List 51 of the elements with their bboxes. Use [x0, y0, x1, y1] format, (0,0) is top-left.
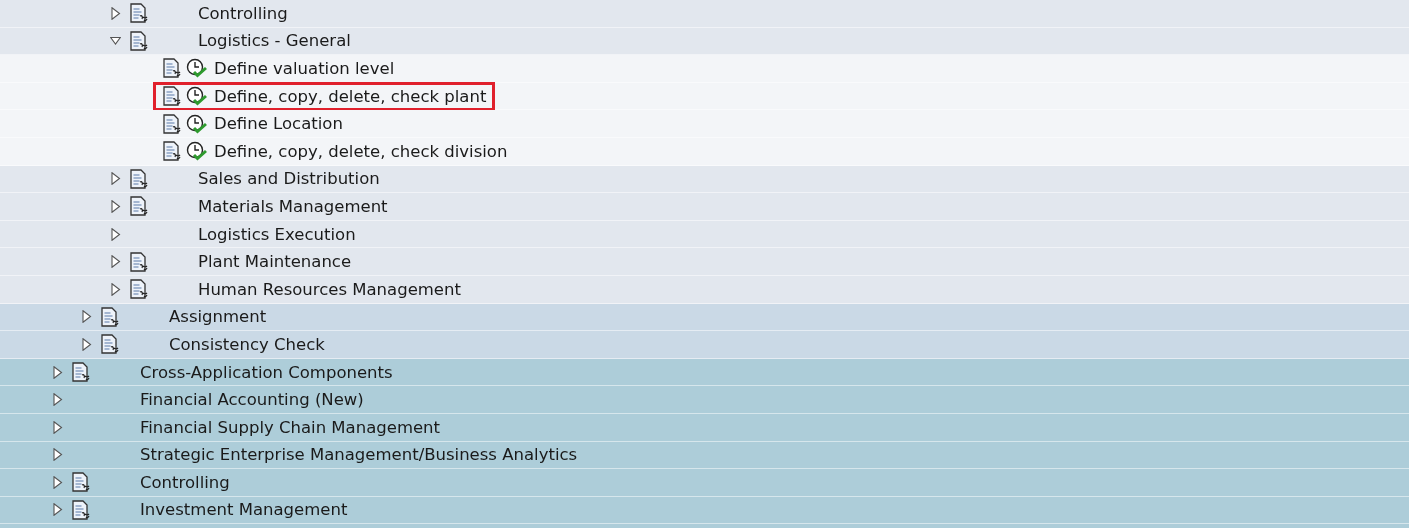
clock-check-icon [186, 141, 207, 162]
tree-node-label[interactable]: Sales and Distribution [198, 169, 380, 189]
tree-node-label[interactable]: Financial Supply Chain Management [140, 417, 441, 437]
expand-icon[interactable] [52, 365, 63, 379]
document-icon [162, 58, 182, 79]
tree-node-label[interactable]: Logistics Execution [198, 224, 356, 244]
expand-icon[interactable] [110, 227, 121, 241]
tree-node-label[interactable]: Cross-Application Components [140, 362, 393, 382]
expand-icon[interactable] [52, 393, 63, 407]
expand-icon[interactable] [110, 255, 121, 269]
tree-node-label[interactable]: Controlling [198, 3, 288, 23]
tree-node-label[interactable]: Controlling [140, 472, 230, 492]
expand-icon[interactable] [110, 172, 121, 186]
tree-node-label[interactable]: Consistency Check [169, 334, 325, 354]
tree-activity[interactable]: Define Location [153, 109, 352, 139]
collapse-icon[interactable] [110, 34, 121, 48]
document-icon [100, 306, 120, 327]
expand-icon[interactable] [110, 6, 121, 20]
expand-icon[interactable] [52, 448, 63, 462]
tree-node-label[interactable]: Strategic Enterprise Management/Business Analytics [140, 445, 578, 465]
expand-icon[interactable] [81, 337, 92, 351]
tree-activity[interactable]: Define valuation level [153, 54, 404, 83]
tree-node-label[interactable]: Financial Accounting (New) [140, 390, 364, 410]
tree-node-label[interactable]: Logistics - General [198, 31, 351, 51]
expand-icon[interactable] [110, 199, 121, 213]
document-icon [162, 141, 182, 162]
expand-icon[interactable] [110, 282, 121, 296]
expand-icon[interactable] [52, 420, 63, 434]
tree-node-label[interactable]: Investment Management [140, 500, 348, 520]
document-icon [71, 500, 91, 520]
document-icon [129, 3, 149, 24]
tree-node-label[interactable]: Assignment [169, 307, 267, 327]
expand-icon[interactable] [52, 475, 63, 489]
tree-node-label[interactable]: Materials Management [198, 196, 388, 216]
document-icon [129, 279, 149, 300]
tree-node-label[interactable]: Human Resources Management [198, 279, 461, 299]
document-icon [162, 86, 182, 107]
expand-icon[interactable] [81, 310, 92, 324]
document-icon [162, 113, 182, 134]
document-icon [129, 196, 149, 217]
expand-icon[interactable] [52, 503, 63, 517]
clock-check-icon [186, 58, 207, 79]
document-icon [71, 362, 91, 382]
document-icon [129, 168, 149, 189]
document-icon [129, 251, 149, 272]
document-icon [71, 472, 91, 493]
document-icon [100, 334, 120, 355]
document-icon [129, 30, 149, 51]
tree-node-label[interactable]: Plant Maintenance [198, 252, 352, 272]
clock-check-icon [186, 86, 207, 107]
clock-check-icon [186, 113, 207, 134]
